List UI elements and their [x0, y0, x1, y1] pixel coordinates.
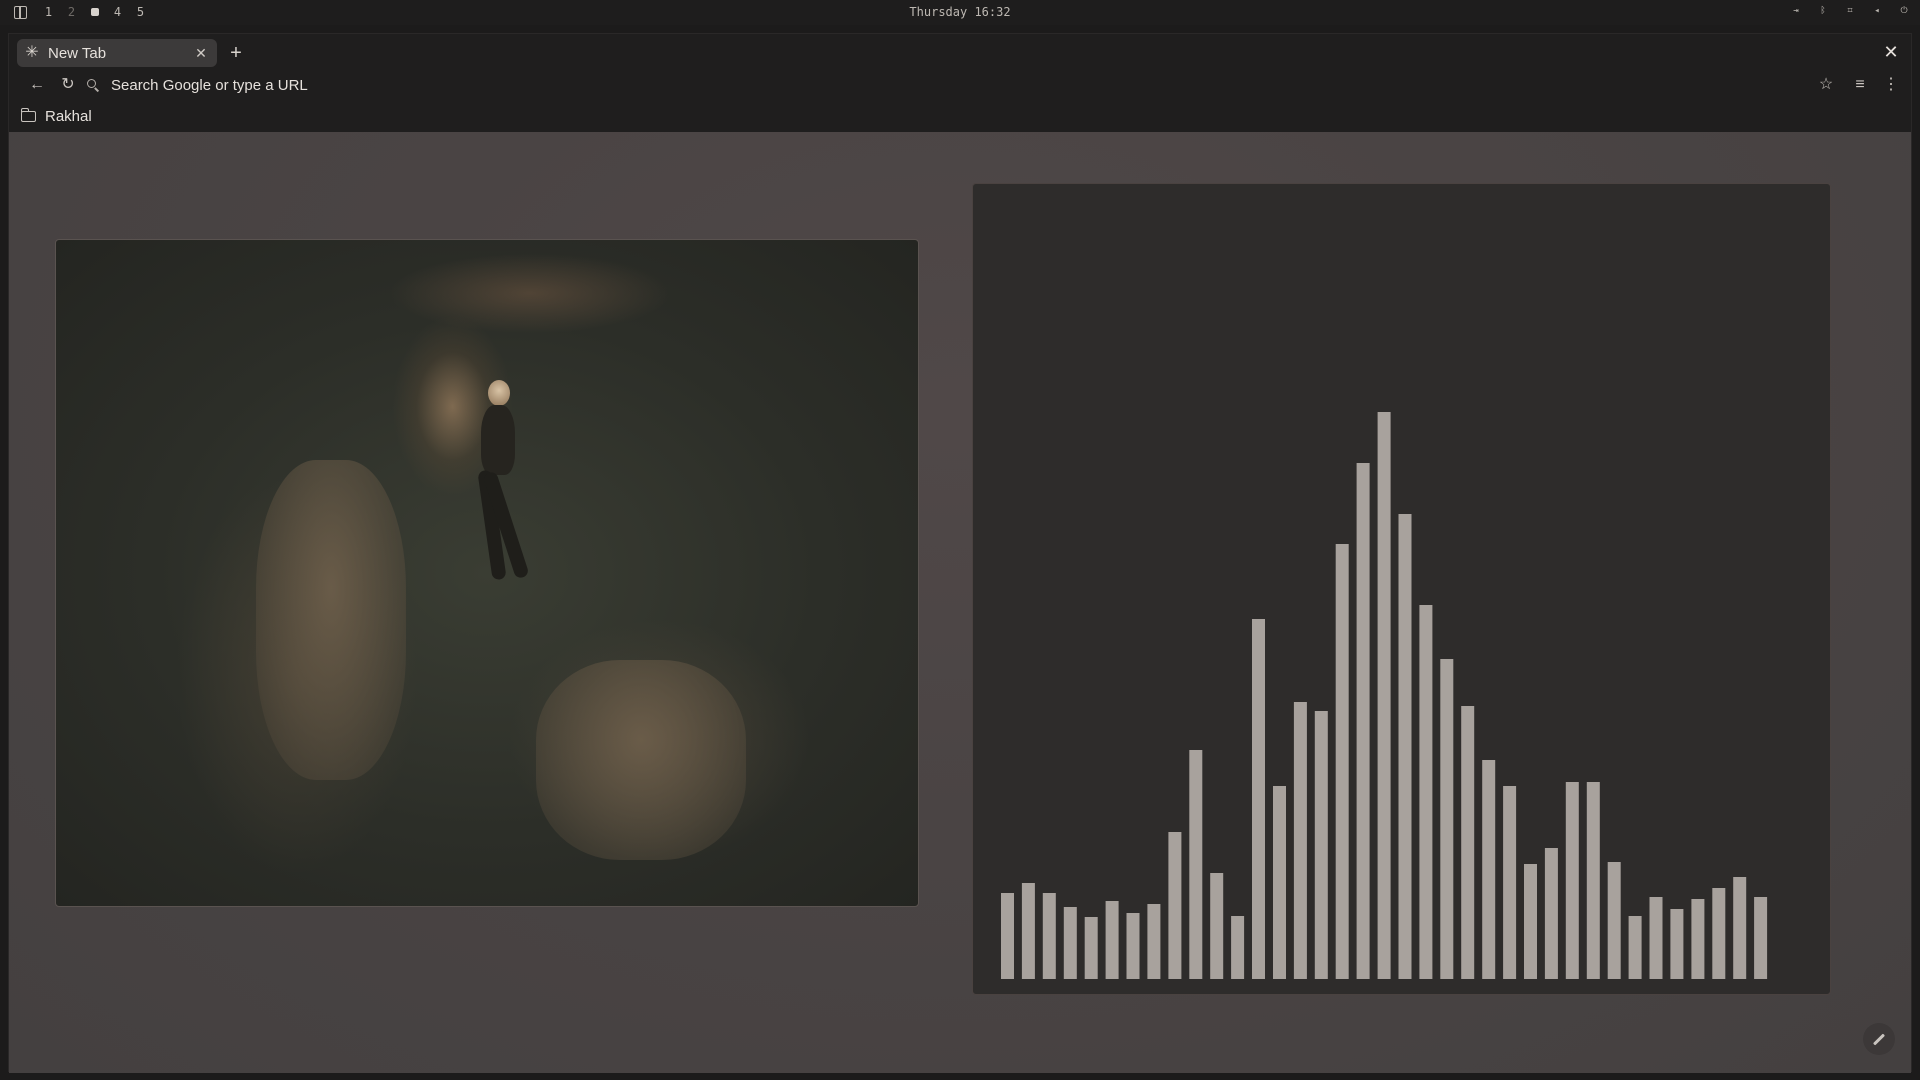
visualizer-bar	[1586, 782, 1600, 979]
search-icon	[85, 77, 101, 93]
volume-icon[interactable]: ◂	[1871, 5, 1883, 17]
audio-visualizer	[972, 183, 1831, 995]
visualizer-bar	[1691, 899, 1705, 979]
system-topbar: 1 2 4 5 Thursday 16:32 ⇥ ᛒ ⌗ ◂ ⏻	[0, 0, 1920, 25]
visualizer-bar	[1565, 782, 1579, 979]
visualizer-bar	[1733, 877, 1747, 979]
tab-title: New Tab	[48, 44, 107, 62]
visualizer-bar	[1524, 864, 1537, 979]
browser-chrome: ✳ New Tab ✕ + ✕ ← ↻ ☆ ≡ ⋮ Rakhal	[9, 34, 1911, 132]
visualizer-bar	[1210, 873, 1224, 979]
pencil-icon	[1872, 1032, 1886, 1046]
reload-button[interactable]: ↻	[57, 74, 79, 96]
visualizer-bar	[1503, 786, 1517, 979]
floating-figure	[461, 380, 531, 581]
bookmark-star-button[interactable]: ☆	[1815, 74, 1837, 96]
visualizer-bar	[1293, 702, 1307, 979]
visualizer-bar	[1754, 897, 1768, 979]
visualizer-bar	[1126, 913, 1140, 979]
visualizer-bar	[1147, 904, 1161, 979]
visualizer-svg	[1001, 412, 1768, 979]
visualizer-bar	[1021, 883, 1035, 979]
toolbar: ← ↻ ☆ ≡ ⋮	[9, 70, 1911, 100]
network-icon[interactable]: ⌗	[1844, 5, 1856, 17]
omnibox[interactable]	[85, 73, 1785, 97]
visualizer-bar	[1628, 916, 1642, 979]
asterisk-icon: ✳	[25, 44, 39, 61]
visualizer-bar	[1001, 893, 1014, 979]
bookmark-folder-rakhal[interactable]: Rakhal	[20, 105, 92, 127]
visualizer-bar	[1461, 706, 1475, 979]
visualizer-bar	[1544, 848, 1558, 979]
back-button[interactable]: ←	[26, 74, 48, 96]
visualizer-bar	[1063, 907, 1077, 979]
logout-icon[interactable]: ⇥	[1790, 5, 1802, 17]
visualizer-bar	[1649, 897, 1663, 979]
new-tab-button[interactable]: +	[225, 42, 247, 64]
bluetooth-icon[interactable]: ᛒ	[1817, 5, 1829, 17]
bookmarks-bar: Rakhal	[9, 102, 1911, 130]
hand-right	[536, 660, 746, 860]
customize-edit-button[interactable]	[1863, 1023, 1895, 1055]
visualizer-bar	[1440, 659, 1454, 979]
visualizer-bar	[1670, 909, 1684, 979]
power-icon[interactable]: ⏻	[1898, 5, 1910, 17]
visualizer-bar	[1189, 750, 1203, 979]
tab-new-tab[interactable]: ✳ New Tab ✕	[17, 39, 217, 67]
visualizer-bar	[1042, 893, 1056, 979]
visualizer-bar	[1335, 544, 1349, 979]
hand-left	[256, 460, 406, 780]
visualizer-bar	[1377, 412, 1391, 979]
visualizer-bar	[1398, 514, 1412, 979]
background-photo	[55, 239, 919, 907]
visualizer-bar	[1419, 605, 1433, 979]
menu-button[interactable]: ⋮	[1880, 74, 1902, 96]
visualizer-bar	[1231, 916, 1245, 979]
folder-icon	[20, 107, 36, 122]
system-tray: ⇥ ᛒ ⌗ ◂ ⏻	[1790, 5, 1910, 17]
address-input[interactable]	[111, 76, 1711, 94]
visualizer-bar	[1356, 463, 1370, 979]
visualizer-bar	[1084, 917, 1098, 979]
visualizer-bar	[1482, 760, 1496, 979]
visualizer-bar	[1712, 888, 1726, 979]
bookmark-label: Rakhal	[45, 107, 92, 125]
visualizer-bar	[1314, 711, 1328, 979]
visualizer-bar	[1168, 832, 1182, 979]
visualizer-bar	[1105, 901, 1119, 979]
close-tab-icon[interactable]: ✕	[193, 45, 209, 61]
media-queue-button[interactable]: ≡	[1849, 74, 1871, 96]
visualizer-bar	[1273, 786, 1286, 979]
visualizer-bar	[1252, 619, 1265, 979]
close-window-button[interactable]: ✕	[1881, 42, 1901, 62]
clock: Thursday 16:32	[909, 5, 1011, 19]
visualizer-bar	[1607, 862, 1621, 979]
